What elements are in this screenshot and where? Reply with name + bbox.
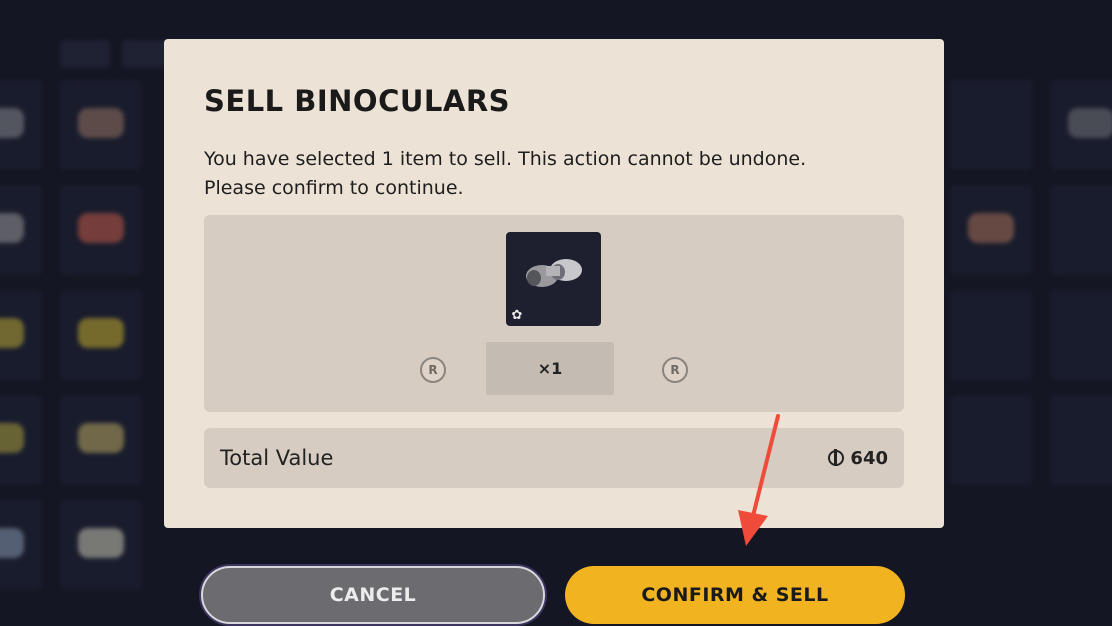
- item-thumbnail: ✿: [506, 232, 601, 326]
- confirm-sell-button[interactable]: CONFIRM & SELL: [565, 566, 905, 624]
- dialog-message-line: Please confirm to continue.: [204, 177, 464, 199]
- dialog-title: SELL BINOCULARS: [204, 84, 511, 118]
- item-panel: ✿ R ×1 R: [204, 215, 904, 412]
- decrease-quantity-button[interactable]: R: [420, 357, 446, 383]
- total-value-amount: 640: [850, 447, 888, 469]
- gear-icon: ✿: [511, 307, 523, 323]
- total-value-row: Total Value 640: [204, 428, 904, 488]
- sell-dialog: SELL BINOCULARS You have selected 1 item…: [164, 39, 944, 528]
- total-value: 640: [828, 448, 888, 469]
- increase-quantity-button[interactable]: R: [662, 357, 688, 383]
- dialog-message-line: You have selected 1 item to sell. This a…: [204, 148, 807, 170]
- binoculars-icon: [526, 259, 582, 287]
- total-value-label: Total Value: [220, 446, 334, 470]
- dialog-message: You have selected 1 item to sell. This a…: [204, 145, 904, 203]
- quantity-display: ×1: [486, 342, 614, 395]
- annotation-arrow: [738, 414, 780, 546]
- coin-icon: [828, 449, 845, 466]
- cancel-button[interactable]: CANCEL: [201, 566, 545, 624]
